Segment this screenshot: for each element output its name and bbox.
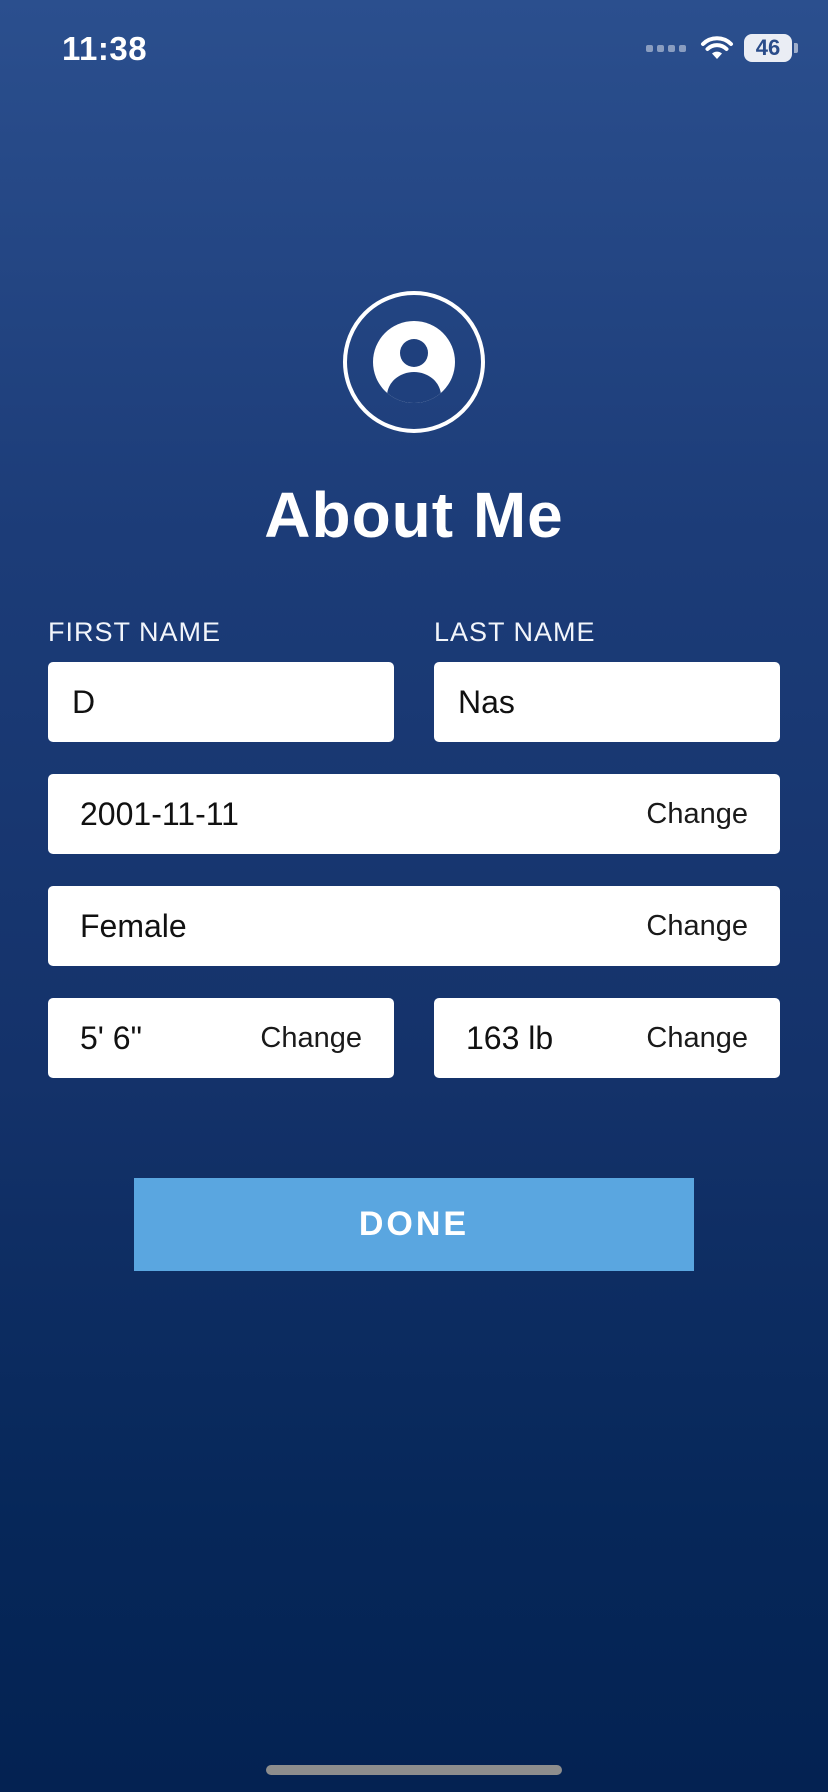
birthdate-field[interactable]: 2001-11-11 Change (48, 774, 780, 854)
first-name-value: D (72, 683, 96, 720)
status-time: 11:38 (62, 30, 148, 67)
signal-dots-icon (646, 44, 686, 52)
status-icons: 46 (646, 34, 798, 62)
about-me-screen: 11:38 46 About Me FIRST NAME LAST NAME D… (0, 0, 828, 1792)
page-title: About Me (264, 479, 564, 551)
last-name-value: Nas (458, 683, 515, 720)
birthdate-change-button[interactable]: Change (646, 798, 748, 831)
gender-field[interactable]: Female Change (48, 886, 780, 966)
last-name-field[interactable]: Nas (434, 662, 780, 742)
battery-icon: 46 (744, 34, 792, 62)
weight-value: 163 lb (466, 1019, 554, 1056)
user-circle-icon (343, 291, 485, 433)
gender-change-button[interactable]: Change (646, 910, 748, 943)
height-change-button[interactable]: Change (260, 1022, 362, 1055)
first-name-label: FIRST NAME (48, 617, 222, 647)
weight-change-button[interactable]: Change (646, 1022, 748, 1055)
home-indicator[interactable] (266, 1765, 562, 1775)
gender-value: Female (80, 907, 187, 944)
wifi-icon (701, 36, 733, 59)
height-value: 5' 6" (80, 1019, 142, 1056)
weight-field[interactable]: 163 lb Change (434, 998, 780, 1078)
last-name-label: LAST NAME (434, 617, 596, 647)
done-button[interactable]: DONE (134, 1178, 694, 1271)
birthdate-value: 2001-11-11 (80, 795, 239, 832)
battery-cap (794, 43, 798, 53)
battery-level: 46 (755, 35, 781, 60)
height-field[interactable]: 5' 6" Change (48, 998, 394, 1078)
first-name-field[interactable]: D (48, 662, 394, 742)
